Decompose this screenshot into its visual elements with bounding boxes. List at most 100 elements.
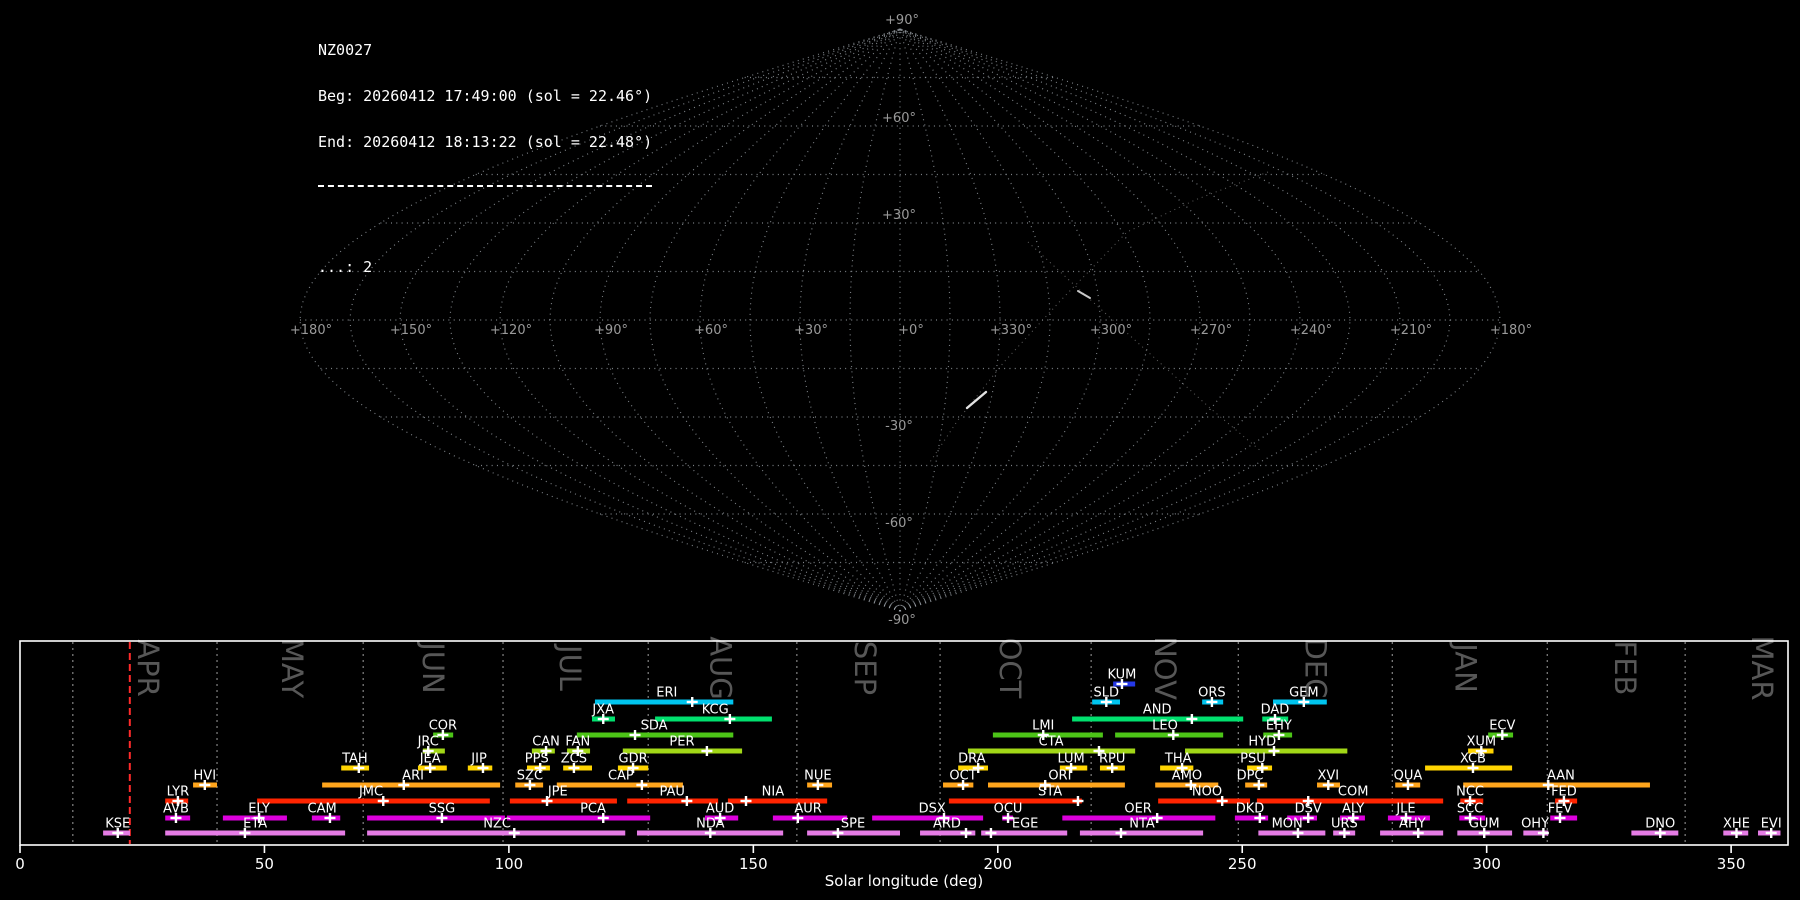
shower-code-label: SCC — [1457, 802, 1483, 817]
shower-code-label: PAU — [659, 785, 684, 800]
shower-code-label: ARD — [933, 817, 961, 832]
divider-dashed — [318, 185, 652, 188]
shower-code-label: AVB — [163, 802, 189, 817]
shower-code-label: ELY — [248, 802, 270, 817]
shower-code-label: NDA — [696, 817, 725, 832]
station-id: NZ0027 — [318, 40, 373, 59]
shower-code-label: NZC — [483, 817, 511, 832]
shower-code-label: SLD — [1094, 686, 1120, 701]
meteor-count: ...: 2 — [318, 258, 373, 277]
shower-code-label: GEM — [1289, 686, 1319, 701]
month-label: FEB — [1608, 641, 1642, 696]
shower-code-label: ORI — [1048, 769, 1071, 784]
pole-label-north: +90° — [885, 13, 919, 28]
longitude-label: +60° — [694, 323, 728, 338]
shower-code-label: JEA — [419, 752, 441, 767]
shower-code-label: JPE — [547, 785, 568, 800]
longitude-label: +240° — [1290, 323, 1332, 338]
shower-code-label: CAP — [608, 769, 634, 784]
month-label: NOV — [1148, 636, 1182, 700]
shower-code-label: ETA — [243, 817, 267, 832]
shower-code-label: FAN — [565, 735, 590, 750]
x-axis-title: Solar longitude (deg) — [825, 872, 983, 890]
observation-end: End: 20260412 18:13:22 (sol = 22.48°) — [318, 133, 653, 152]
x-tick-label: 50 — [255, 855, 274, 873]
shower-code-label: NUE — [804, 769, 831, 784]
shower-code-label: FEV — [1548, 802, 1573, 817]
grid-meridian — [899, 28, 1401, 612]
shower-code-label: OCU — [994, 802, 1023, 817]
shower-code-label: HYD — [1248, 735, 1276, 750]
month-label: JUL — [553, 643, 587, 691]
shower-code-label: MON — [1272, 817, 1303, 832]
shower-code-label: GUM — [1469, 817, 1500, 832]
month-label: MAY — [275, 638, 309, 699]
observation-beg: Beg: 20260412 17:49:00 (sol = 22.46°) — [318, 87, 653, 106]
shower-code-label: XHE — [1723, 817, 1750, 832]
shower-code-label: NTA — [1129, 817, 1155, 832]
info-panel: NZ0027 Beg: 20260412 17:49:00 (sol = 22.… — [318, 12, 652, 306]
shower-code-label: QUA — [1394, 769, 1423, 784]
latitude-label: +30° — [882, 208, 916, 223]
month-label: JUN — [416, 640, 450, 693]
longitude-label: +30° — [794, 323, 828, 338]
shower-code-label: OER — [1124, 802, 1151, 817]
shower-code-label: THA — [1164, 752, 1192, 767]
shower-code-label: JXA — [591, 703, 614, 718]
shower-code-label: GDR — [619, 752, 648, 767]
shower-code-label: STA — [1038, 785, 1062, 800]
shower-code-label: KSE — [105, 817, 130, 832]
shower-code-label: LMI — [1032, 719, 1054, 734]
shower-code-label: ALY — [1342, 802, 1364, 817]
shower-code-label: CAM — [308, 802, 337, 817]
shower-code-label: LEO — [1152, 719, 1178, 734]
shower-code-label: NCC — [1456, 785, 1484, 800]
shower-code-label: JRC — [417, 735, 439, 750]
shower-code-label: DSV — [1295, 802, 1322, 817]
longitude-label: +150° — [390, 323, 432, 338]
shower-code-label: SDA — [641, 719, 668, 734]
x-tick-label: 150 — [739, 855, 768, 873]
x-tick-label: 300 — [1472, 855, 1501, 873]
shower-code-label: ORS — [1198, 686, 1226, 701]
shower-code-label: ECV — [1489, 719, 1515, 734]
shower-code-label: PSU — [1240, 752, 1266, 767]
longitude-label: +270° — [1190, 323, 1232, 338]
shower-bar — [506, 815, 651, 821]
longitude-label: +180° — [1490, 323, 1532, 338]
shower-code-label: CTA — [1039, 735, 1064, 750]
longitude-label: +90° — [594, 323, 628, 338]
x-tick-label: 0 — [15, 855, 25, 873]
plot-canvas: +90° -90° +60° +30° -30° -60° +180° +150° +120° +… — [15, 13, 1789, 890]
month-label: AUG — [703, 636, 737, 700]
shower-code-label: DRA — [958, 752, 986, 767]
shower-code-label: JMC — [358, 785, 383, 800]
shower-code-label: KUM — [1107, 668, 1136, 683]
shower-code-label: PER — [669, 735, 694, 750]
activity-timeline: APR MAY JUN JUL AUG SEP OCT NOV DEC JAN FEB MARKUMS… — [15, 635, 1789, 873]
shower-code-label: SSG — [429, 802, 456, 817]
latitude-label: -60° — [885, 516, 913, 531]
shower-code-label: AUD — [706, 802, 734, 817]
grid-meridian — [899, 28, 1301, 612]
x-tick-label: 200 — [983, 855, 1012, 873]
shower-code-label: SPE — [841, 817, 865, 832]
shower-code-label: PPS — [525, 752, 549, 767]
shower-code-label: KCG — [702, 703, 729, 718]
shower-code-label: JLE — [1395, 802, 1415, 817]
shower-code-label: RPU — [1099, 752, 1125, 767]
x-tick-label: 250 — [1228, 855, 1257, 873]
shower-code-label: AHY — [1399, 817, 1426, 832]
shower-code-label: FED — [1551, 785, 1577, 800]
longitude-label: +330° — [990, 323, 1032, 338]
shower-code-label: NIA — [762, 785, 785, 800]
shower-code-label: AND — [1143, 703, 1172, 718]
latitude-label: +60° — [882, 111, 916, 126]
shower-code-label: DAD — [1261, 703, 1290, 718]
longitude-label: +300° — [1090, 323, 1132, 338]
shower-code-label: DPC — [1237, 769, 1264, 784]
x-tick-label: 350 — [1717, 855, 1746, 873]
shower-code-label: DKD — [1236, 802, 1265, 817]
shower-code-label: EHY — [1266, 719, 1292, 734]
shower-code-label: ZCS — [561, 752, 587, 767]
